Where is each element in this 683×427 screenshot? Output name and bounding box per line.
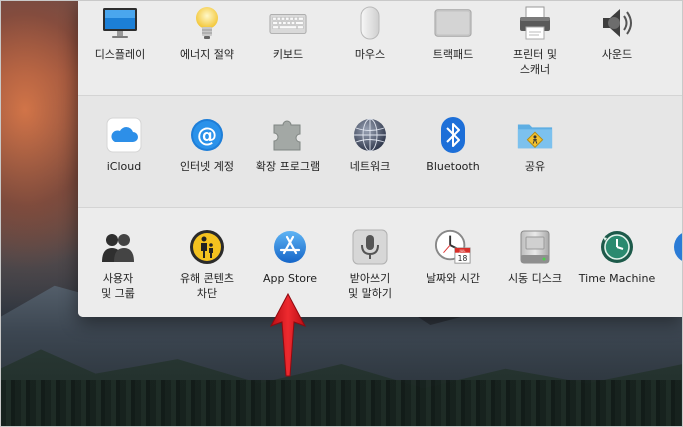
hardware-section: 디스플레이 에너지 절약 키보드 마우스 트랙패드 프린터 및 스캐너 사운드 xyxy=(78,0,683,95)
pane-label: 날짜와 시간 xyxy=(425,272,481,285)
pane-label: 트랙패드 xyxy=(432,48,474,61)
pane-display[interactable]: 디스플레이 xyxy=(78,4,162,62)
pane-label: 확장 프로그램 xyxy=(255,160,321,173)
pane-label: 받아쓰기 및 말하기 xyxy=(348,272,392,300)
microphone-icon xyxy=(351,228,389,266)
icloud-icon xyxy=(105,116,143,154)
pane-sound[interactable]: 사운드 xyxy=(575,4,659,62)
pane-accessibility[interactable]: 손 xyxy=(648,228,683,286)
pane-printers-scanners[interactable]: 프린터 및 스캐너 xyxy=(493,4,577,77)
pane-dictation-speech[interactable]: 받아쓰기 및 말하기 xyxy=(328,228,412,301)
pane-label: 유해 콘텐츠 차단 xyxy=(179,272,235,300)
pane-label: 프린터 및 스캐너 xyxy=(513,48,557,76)
speaker-icon xyxy=(598,4,636,42)
pane-time-machine[interactable]: Time Machine xyxy=(575,228,659,286)
pane-internet-accounts[interactable]: @ 인터넷 계정 xyxy=(165,116,249,174)
display-icon xyxy=(101,4,139,42)
clock-calendar-icon: JUL 18 xyxy=(434,228,472,266)
app-store-icon xyxy=(271,228,309,266)
pane-label: 사용자 및 그룹 xyxy=(101,272,135,300)
pane-label: 에너지 절약 xyxy=(179,48,235,61)
pane-label: 마우스 xyxy=(354,48,386,61)
pane-label: 시동 디스크 xyxy=(507,272,563,285)
pane-energy-saver[interactable]: 에너지 절약 xyxy=(165,4,249,62)
calendar-month: JUL xyxy=(458,248,466,253)
bluetooth-icon xyxy=(434,116,472,154)
annotation-arrow-icon xyxy=(268,292,308,382)
parental-controls-icon xyxy=(188,228,226,266)
pane-keyboard[interactable]: 키보드 xyxy=(246,4,330,62)
pane-startup-disk[interactable]: 시동 디스크 xyxy=(493,228,577,286)
pane-mouse[interactable]: 마우스 xyxy=(328,4,412,62)
pane-icloud[interactable]: iCloud xyxy=(82,116,166,174)
svg-text:@: @ xyxy=(197,123,217,147)
pane-label: 손 xyxy=(648,271,683,286)
pane-label: 키보드 xyxy=(272,48,304,61)
forest-layer xyxy=(0,380,683,427)
trackpad-icon xyxy=(434,4,472,42)
pane-network[interactable]: 네트워크 xyxy=(328,116,412,174)
sharing-folder-icon xyxy=(516,116,554,154)
globe-icon xyxy=(351,116,389,154)
system-preferences-window: 디스플레이 에너지 절약 키보드 마우스 트랙패드 프린터 및 스캐너 사운드 … xyxy=(78,0,683,317)
mouse-icon xyxy=(351,4,389,42)
pane-sharing[interactable]: 공유 xyxy=(493,116,577,174)
printer-icon xyxy=(516,4,554,42)
pane-users-groups[interactable]: 사용자 및 그룹 xyxy=(78,228,160,301)
pane-label: iCloud xyxy=(106,160,142,173)
pane-label: Time Machine xyxy=(578,272,656,285)
pane-label: 네트워크 xyxy=(349,160,391,173)
accessibility-icon xyxy=(671,228,683,266)
internet-section: iCloud @ 인터넷 계정 확장 프로그램 네트워크 Bluetooth 공… xyxy=(78,95,683,207)
pane-trackpad[interactable]: 트랙패드 xyxy=(411,4,495,62)
puzzle-icon xyxy=(269,116,307,154)
pane-label: 사운드 xyxy=(601,48,633,61)
system-section: 사용자 및 그룹 유해 콘텐츠 차단 App Store 받아쓰기 및 말하기 … xyxy=(78,207,683,317)
pane-parental-controls[interactable]: 유해 콘텐츠 차단 xyxy=(165,228,249,301)
time-machine-icon xyxy=(598,228,636,266)
users-icon xyxy=(99,228,137,266)
at-sign-icon: @ xyxy=(188,116,226,154)
pane-label: 인터넷 계정 xyxy=(179,160,235,173)
pane-label: 디스플레이 xyxy=(94,48,146,61)
pane-extensions[interactable]: 확장 프로그램 xyxy=(246,116,330,174)
pane-app-store[interactable]: App Store xyxy=(248,228,332,286)
pane-label: App Store xyxy=(262,272,318,285)
calendar-day: 18 xyxy=(458,254,468,263)
pane-label: Bluetooth xyxy=(426,160,480,173)
lightbulb-icon xyxy=(188,4,226,42)
pane-bluetooth[interactable]: Bluetooth xyxy=(411,116,495,174)
hard-disk-icon xyxy=(516,228,554,266)
pane-label: 공유 xyxy=(524,160,546,173)
keyboard-icon xyxy=(269,4,307,42)
pane-date-time[interactable]: JUL 18 날짜와 시간 xyxy=(411,228,495,286)
